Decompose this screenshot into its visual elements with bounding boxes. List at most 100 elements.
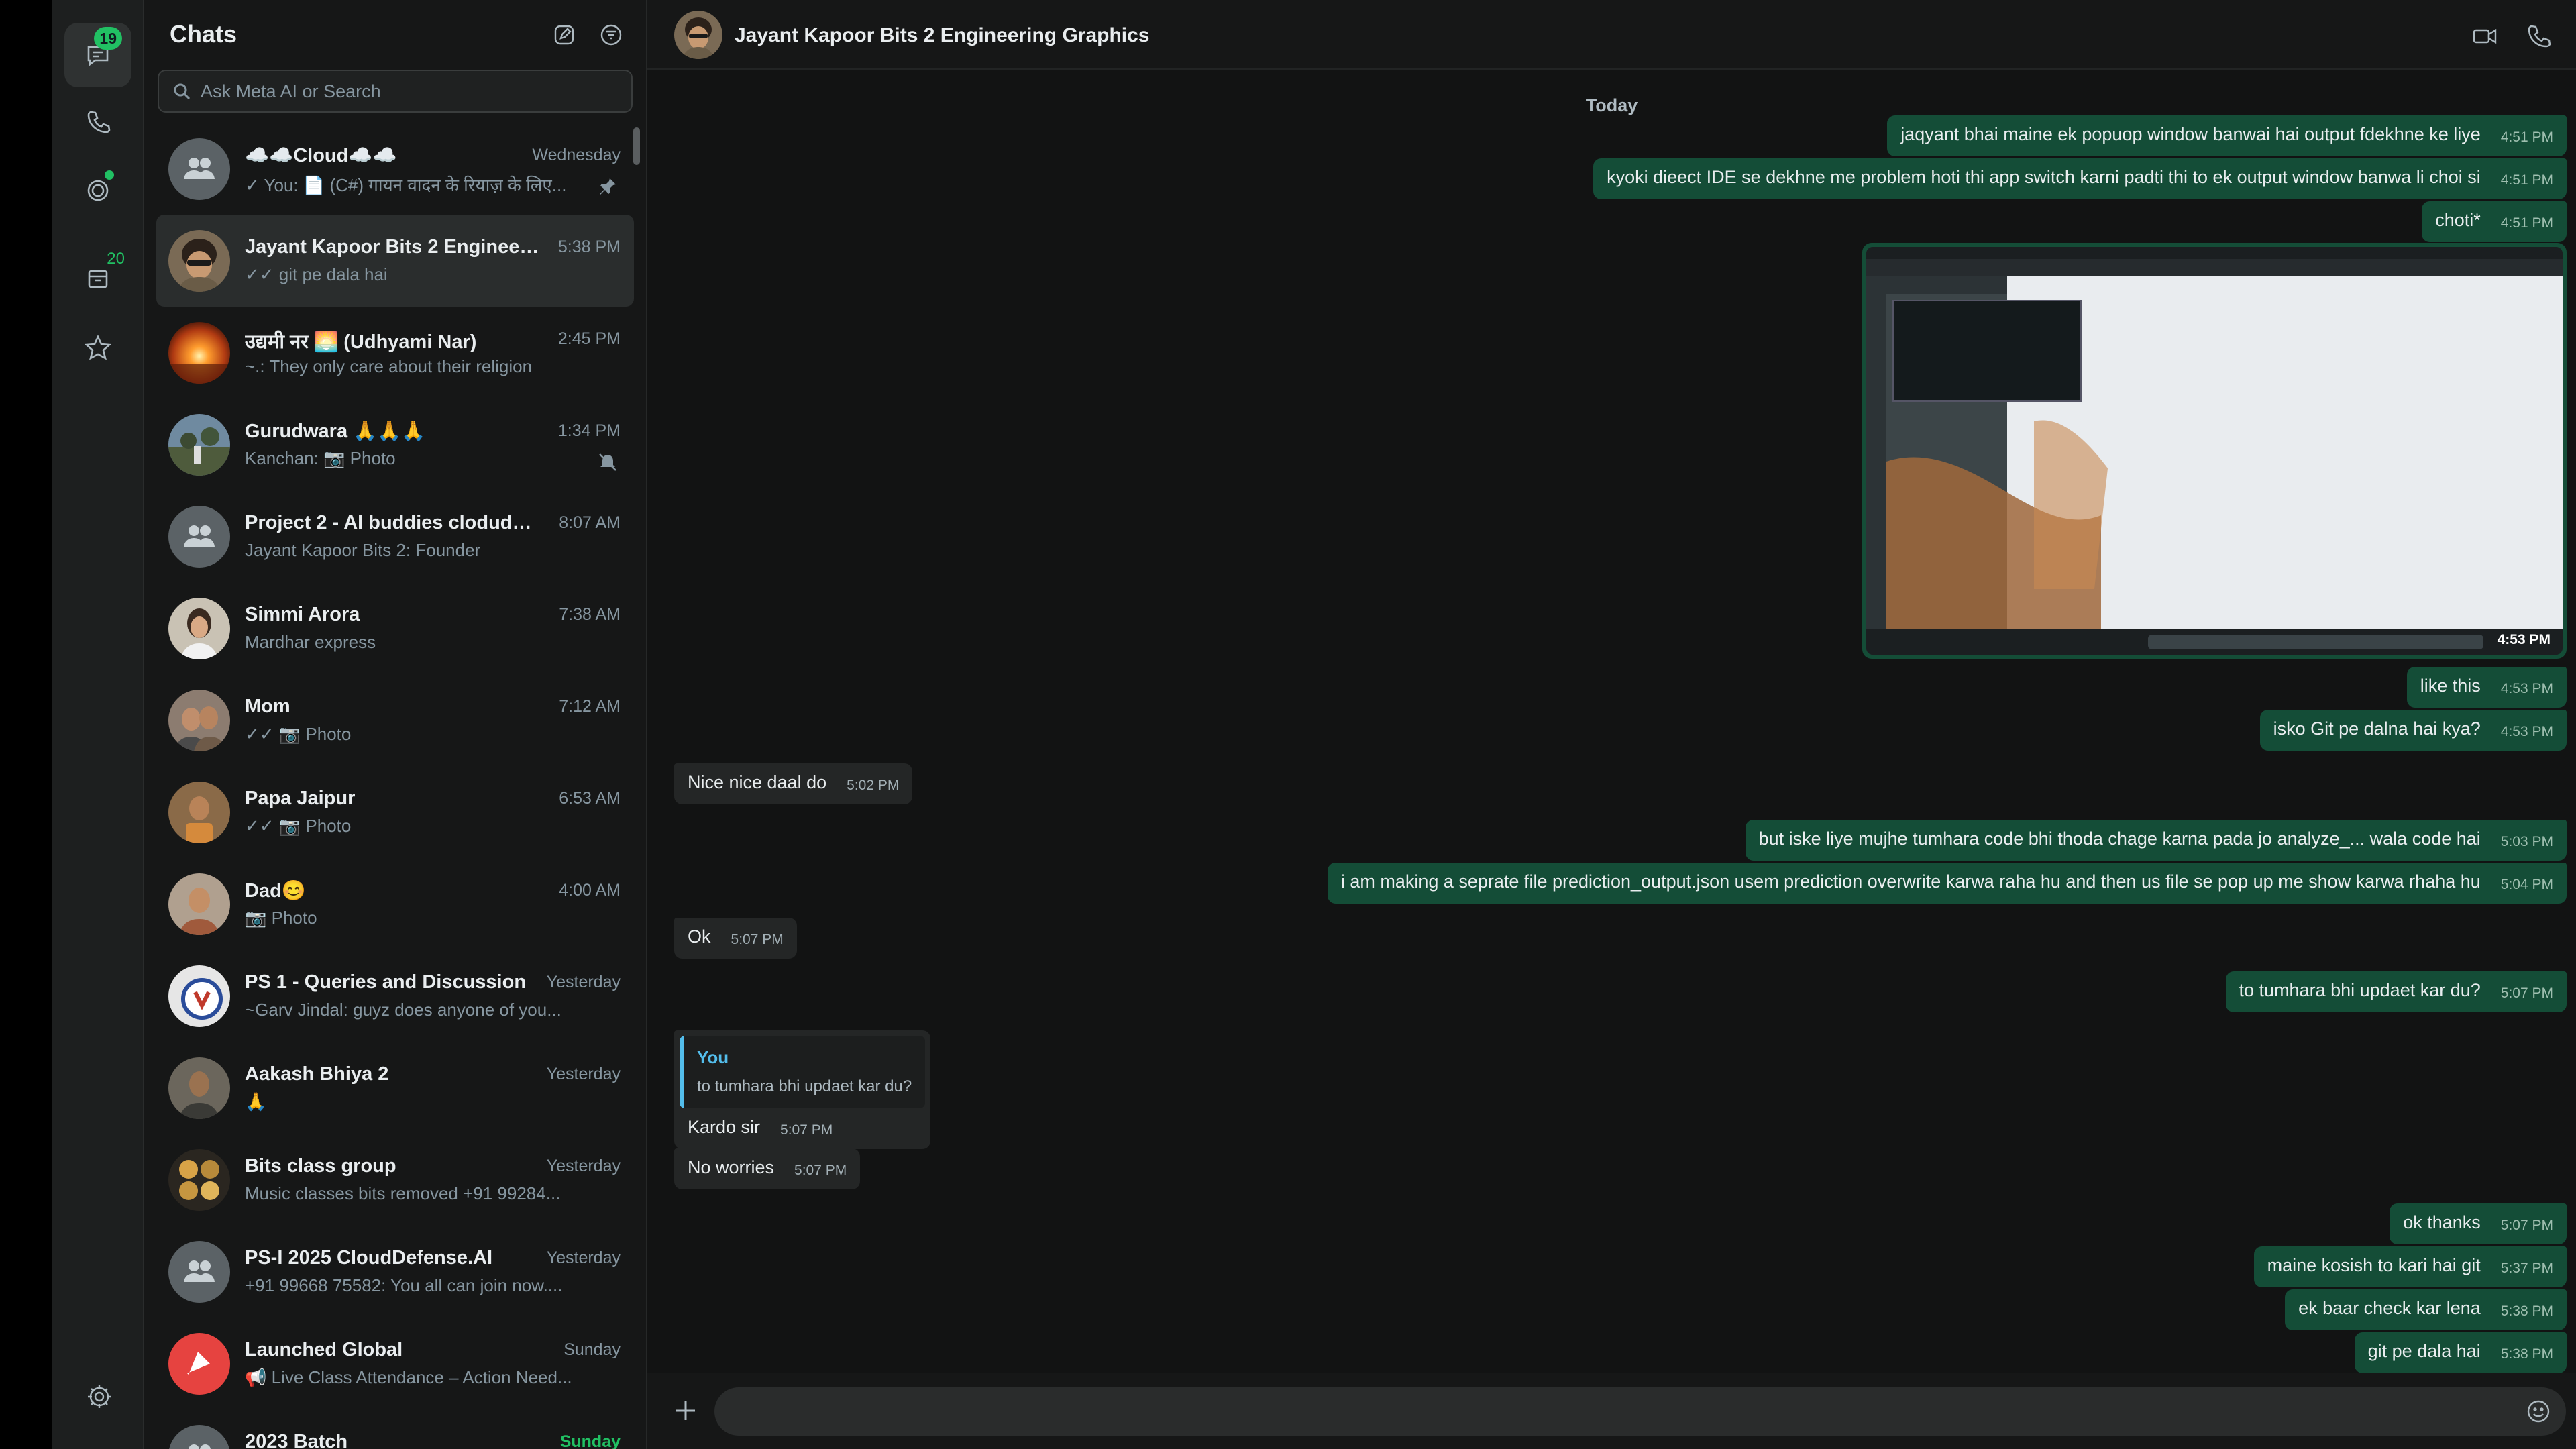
composer xyxy=(647,1373,2576,1449)
unread-chats-badge: 19 xyxy=(94,27,122,50)
nav-rail: 19 20 xyxy=(52,0,144,1449)
outgoing-message[interactable]: maine kosish to kari hai git 5:37 PM xyxy=(2253,1246,2567,1287)
chat-list-item[interactable]: PS 1 - Queries and Discussion Yesterday ~G… xyxy=(156,950,634,1042)
chat-avatar xyxy=(168,506,230,568)
pin-icon xyxy=(598,176,618,197)
search-input[interactable] xyxy=(201,80,616,102)
chat-avatar xyxy=(168,1425,230,1449)
message-text: Ok xyxy=(688,926,711,947)
chat-list-item[interactable]: Simmi Arora 7:38 AM Mardhar express xyxy=(156,582,634,674)
chat-preview: ~.: They only care about their religion xyxy=(245,356,533,376)
outgoing-message[interactable]: ok thanks 5:07 PM xyxy=(2390,1203,2567,1244)
rail-status-button[interactable] xyxy=(64,158,131,223)
message-time: 4:53 PM xyxy=(2500,681,2553,696)
chat-time: 8:07 AM xyxy=(559,513,621,532)
chat-name: Jayant Kapoor Bits 2 Engineering Graphic… xyxy=(245,236,540,258)
incoming-message[interactable]: You to tumhara bhi updaet kar du? Kardo si… xyxy=(674,1030,931,1149)
message-time: 5:37 PM xyxy=(2500,1260,2553,1276)
chat-name: PS-I 2025 CloudDefense.AI xyxy=(245,1247,493,1269)
message-time: 4:51 PM xyxy=(2500,129,2553,145)
outgoing-message[interactable]: git pe dala hai 5:38 PM xyxy=(2354,1332,2567,1373)
outgoing-message[interactable]: like this 4:53 PM xyxy=(2406,667,2567,708)
message-area[interactable]: Today jaqyant bhai maine ek popuop windo… xyxy=(647,70,2576,1373)
incoming-message[interactable]: Nice nice daal do 5:02 PM xyxy=(674,763,913,804)
chat-avatar xyxy=(168,782,230,843)
chat-preview: ✓✓ 📷 Photo xyxy=(245,724,352,744)
search-box[interactable] xyxy=(158,70,633,113)
chat-list-item[interactable]: Launched Global Sunday 📢 Live Class Attend… xyxy=(156,1318,634,1409)
outgoing-message[interactable]: jaqyant bhai maine ek popuop window banw… xyxy=(1887,115,2567,156)
chat-list-item[interactable]: ☁️☁️Cloud☁️☁️ Wednesday ✓ You: 📄 (C#) गायन… xyxy=(156,123,634,215)
quoted-reply[interactable]: You to tumhara bhi updaet kar du? xyxy=(680,1036,926,1108)
attach-button[interactable] xyxy=(667,1393,704,1429)
chat-avatar xyxy=(168,690,230,751)
chat-list-item[interactable]: Dad😊 4:00 AM 📷 Photo xyxy=(156,858,634,950)
chat-time: Yesterday xyxy=(546,1157,621,1175)
filter-chats-button[interactable] xyxy=(596,20,626,50)
message-text: ek baar check kar lena xyxy=(2298,1298,2481,1318)
chat-name: Papa Jaipur xyxy=(245,788,356,809)
chat-list-item[interactable]: Mom 7:12 AM ✓✓ 📷 Photo xyxy=(156,674,634,766)
message-time: 5:07 PM xyxy=(780,1122,833,1138)
incoming-message[interactable]: No worries 5:07 PM xyxy=(674,1148,861,1189)
emoji-button[interactable] xyxy=(2524,1397,2554,1427)
search-icon xyxy=(174,83,191,100)
outgoing-message[interactable]: to tumhara bhi updaet kar du? 5:07 PM xyxy=(2225,971,2567,1012)
chat-preview: 📷 Photo xyxy=(245,908,317,928)
star-icon xyxy=(84,334,112,360)
chat-avatar xyxy=(168,322,230,384)
chat-time: 1:34 PM xyxy=(557,421,621,440)
rail-chats-button[interactable]: 19 xyxy=(64,23,131,87)
image-message[interactable]: 4:53 PM xyxy=(1862,243,2567,659)
chat-avatar xyxy=(168,873,230,935)
rail-calls-button[interactable] xyxy=(64,90,131,154)
conversation-header[interactable]: Jayant Kapoor Bits 2 Engineering Graphic… xyxy=(647,0,2576,70)
chat-list-item[interactable]: 2023 Batch Sunday xyxy=(156,1409,634,1449)
chat-name: Project 2 - AI buddies clodudde... xyxy=(245,512,540,533)
outgoing-message[interactable]: ek baar check kar lena 5:38 PM xyxy=(2285,1289,2567,1330)
message-input[interactable] xyxy=(714,1387,2459,1436)
incoming-message[interactable]: Ok 5:07 PM xyxy=(674,918,797,959)
chat-avatar xyxy=(168,1149,230,1211)
gear-icon xyxy=(88,1385,111,1408)
contact-avatar[interactable] xyxy=(674,11,722,59)
chat-list-item[interactable]: उद्यमी नर 🌅 (Udhyami Nar) 2:45 PM ~.: They… xyxy=(156,307,634,398)
message-text: git pe dala hai xyxy=(2367,1341,2481,1361)
chat-list-item[interactable]: Bits class group Yesterday Music classes b… xyxy=(156,1134,634,1226)
chat-list-scrollbar[interactable] xyxy=(633,127,640,165)
new-chat-button[interactable] xyxy=(549,20,579,50)
message-input-box[interactable] xyxy=(714,1387,2566,1436)
chat-list-item[interactable]: PS-I 2025 CloudDefense.AI Yesterday +91 99… xyxy=(156,1226,634,1318)
chat-name: Launched Global xyxy=(245,1339,403,1360)
rail-communities-button[interactable]: 20 xyxy=(64,246,131,310)
rail-starred-button[interactable] xyxy=(64,315,131,380)
video-call-button[interactable] xyxy=(2469,20,2501,52)
chat-name: ☁️☁️Cloud☁️☁️ xyxy=(245,145,397,166)
outgoing-message[interactable]: but iske liye mujhe tumhara code bhi tho… xyxy=(1745,820,2567,861)
chat-name: Gurudwara 🙏🙏🙏 xyxy=(245,421,426,442)
chat-name: 2023 Batch xyxy=(245,1431,348,1449)
chat-avatar xyxy=(168,414,230,476)
chat-time: 7:38 AM xyxy=(559,605,621,624)
chat-preview: ✓✓ git pe dala hai xyxy=(245,264,388,284)
screenshot-image[interactable]: 4:53 PM xyxy=(1866,247,2563,655)
outgoing-message[interactable]: choti* 4:51 PM xyxy=(2422,201,2567,242)
chat-list-item[interactable]: Gurudwara 🙏🙏🙏 1:34 PM Kanchan: 📷 Photo xyxy=(156,398,634,490)
conversation-panel: Jayant Kapoor Bits 2 Engineering Graphic… xyxy=(647,0,2576,1449)
app-window: 19 20 Chats ☁️☁️Cloud xyxy=(0,0,2576,1449)
outgoing-message[interactable]: i am making a seprate file prediction_ou… xyxy=(1327,863,2567,904)
chat-list-item[interactable]: Aakash Bhiya 2 Yesterday 🙏 xyxy=(156,1042,634,1134)
message-text: but iske liye mujhe tumhara code bhi tho… xyxy=(1758,828,2481,849)
chat-avatar xyxy=(168,138,230,200)
chat-list-item[interactable]: Jayant Kapoor Bits 2 Engineering Graphic… xyxy=(156,215,634,307)
voice-call-button[interactable] xyxy=(2522,20,2555,52)
settings-button[interactable] xyxy=(78,1375,121,1418)
outgoing-message[interactable]: isko Git pe dalna hai kya? 4:53 PM xyxy=(2259,710,2567,751)
chat-name: Simmi Arora xyxy=(245,604,360,625)
chat-time: Wednesday xyxy=(532,146,621,164)
chat-preview: ✓✓ 📷 Photo xyxy=(245,816,352,836)
message-time: 5:07 PM xyxy=(2500,985,2553,1001)
outgoing-message[interactable]: kyoki dieect IDE se dekhne me problem ho… xyxy=(1593,158,2567,199)
chat-list-item[interactable]: Papa Jaipur 6:53 AM ✓✓ 📷 Photo xyxy=(156,766,634,858)
chat-list-item[interactable]: Project 2 - AI buddies clodudde... 8:07 A… xyxy=(156,490,634,582)
